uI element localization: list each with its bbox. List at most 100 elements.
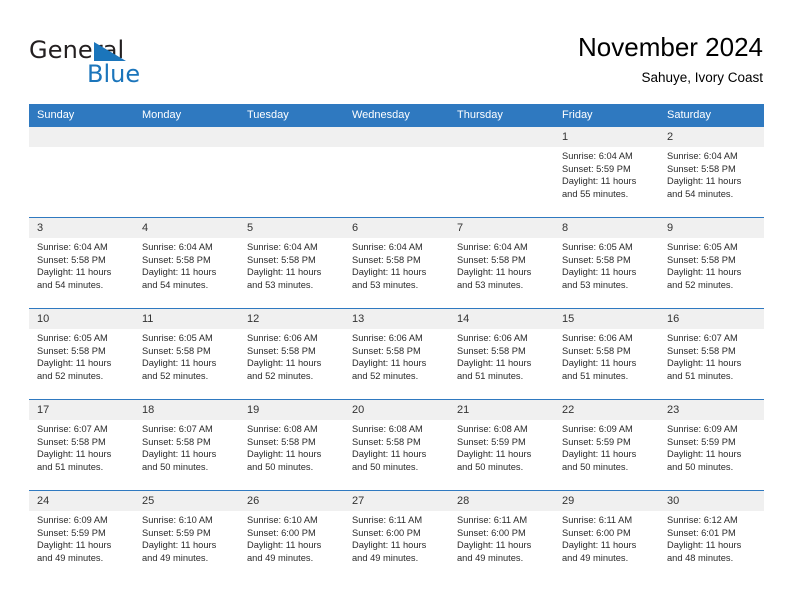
calendar-day-cell[interactable]: 15 Sunrise: 6:06 AM Sunset: 5:58 PM Dayligh… [554,308,659,400]
sunset-text: Sunset: 5:59 PM [457,436,526,447]
day-info: Sunrise: 6:04 AM Sunset: 5:59 PM Daylight:… [554,147,659,200]
calendar-body: 1 Sunrise: 6:04 AM Sunset: 5:59 PM Daylight… [29,127,764,581]
day-number: 25 [134,491,239,511]
sunrise-text: Sunrise: 6:09 AM [37,515,108,525]
calendar-day-cell[interactable]: 11 Sunrise: 6:05 AM Sunset: 5:58 PM Dayligh… [134,308,239,400]
sunset-text: Sunset: 5:58 PM [457,345,526,356]
sunrise-text: Sunrise: 6:05 AM [142,333,213,343]
sunrise-text: Sunrise: 6:05 AM [562,242,633,252]
weekday-header-friday: Friday [554,104,659,127]
calendar-day-cell[interactable]: 25 Sunrise: 6:10 AM Sunset: 5:59 PM Dayligh… [134,490,239,581]
calendar-day-cell[interactable]: 8 Sunrise: 6:05 AM Sunset: 5:58 PM Daylight… [554,217,659,309]
sunset-text: Sunset: 5:58 PM [142,345,211,356]
day-info: Sunrise: 6:05 AM Sunset: 5:58 PM Daylight:… [134,329,239,382]
calendar-week-row: 10 Sunrise: 6:05 AM Sunset: 5:58 PM Dayligh… [29,308,764,400]
day-info: Sunrise: 6:08 AM Sunset: 5:59 PM Daylight:… [449,420,554,473]
day-number: 10 [29,309,134,329]
calendar-day-cell[interactable]: 28 Sunrise: 6:11 AM Sunset: 6:00 PM Dayligh… [449,490,554,581]
sunrise-text: Sunrise: 6:04 AM [667,151,738,161]
daylight-text: Daylight: 11 hours and 49 minutes. [247,540,322,563]
sunset-text: Sunset: 5:59 PM [562,436,631,447]
day-info: Sunrise: 6:04 AM Sunset: 5:58 PM Daylight:… [239,238,344,291]
calendar-day-cell[interactable]: 22 Sunrise: 6:09 AM Sunset: 5:59 PM Dayligh… [554,399,659,491]
day-number: 20 [344,400,449,420]
sunset-text: Sunset: 5:58 PM [37,436,106,447]
daylight-text: Daylight: 11 hours and 50 minutes. [562,449,637,472]
sunset-text: Sunset: 6:00 PM [352,527,421,538]
calendar-day-cell[interactable]: 19 Sunrise: 6:08 AM Sunset: 5:58 PM Dayligh… [239,399,344,491]
day-number [134,127,239,147]
sunrise-text: Sunrise: 6:04 AM [142,242,213,252]
calendar-day-cell[interactable]: 10 Sunrise: 6:05 AM Sunset: 5:58 PM Dayligh… [29,308,134,400]
calendar-empty-cell [449,127,554,218]
calendar-day-cell[interactable]: 21 Sunrise: 6:08 AM Sunset: 5:59 PM Dayligh… [449,399,554,491]
day-number: 5 [239,218,344,238]
day-number: 6 [344,218,449,238]
day-info: Sunrise: 6:10 AM Sunset: 6:00 PM Daylight:… [239,511,344,564]
sunrise-text: Sunrise: 6:07 AM [37,424,108,434]
daylight-text: Daylight: 11 hours and 52 minutes. [142,358,217,381]
day-number: 27 [344,491,449,511]
sunset-text: Sunset: 5:58 PM [352,254,421,265]
sunset-text: Sunset: 5:58 PM [247,345,316,356]
daylight-text: Daylight: 11 hours and 54 minutes. [142,267,217,290]
calendar-day-cell[interactable]: 9 Sunrise: 6:05 AM Sunset: 5:58 PM Daylight… [659,217,764,309]
day-info: Sunrise: 6:09 AM Sunset: 5:59 PM Daylight:… [554,420,659,473]
calendar-day-cell[interactable]: 6 Sunrise: 6:04 AM Sunset: 5:58 PM Daylight… [344,217,449,309]
day-number [449,127,554,147]
general-blue-logo[interactable]: General Blue [29,36,249,90]
calendar-day-cell[interactable]: 12 Sunrise: 6:06 AM Sunset: 5:58 PM Dayligh… [239,308,344,400]
calendar-day-cell[interactable]: 1 Sunrise: 6:04 AM Sunset: 5:59 PM Daylight… [554,127,659,218]
sunrise-text: Sunrise: 6:04 AM [37,242,108,252]
sunset-text: Sunset: 6:00 PM [247,527,316,538]
daylight-text: Daylight: 11 hours and 49 minutes. [562,540,637,563]
calendar-day-cell[interactable]: 26 Sunrise: 6:10 AM Sunset: 6:00 PM Dayligh… [239,490,344,581]
day-number: 16 [659,309,764,329]
calendar-day-cell[interactable]: 24 Sunrise: 6:09 AM Sunset: 5:59 PM Dayligh… [29,490,134,581]
daylight-text: Daylight: 11 hours and 51 minutes. [667,358,742,381]
day-number [239,127,344,147]
sunrise-text: Sunrise: 6:05 AM [37,333,108,343]
calendar-day-cell[interactable]: 4 Sunrise: 6:04 AM Sunset: 5:58 PM Daylight… [134,217,239,309]
daylight-text: Daylight: 11 hours and 54 minutes. [37,267,112,290]
sunrise-text: Sunrise: 6:07 AM [142,424,213,434]
day-info: Sunrise: 6:04 AM Sunset: 5:58 PM Daylight:… [134,238,239,291]
day-number: 14 [449,309,554,329]
calendar-day-cell[interactable]: 3 Sunrise: 6:04 AM Sunset: 5:58 PM Daylight… [29,217,134,309]
calendar-day-cell[interactable]: 29 Sunrise: 6:11 AM Sunset: 6:00 PM Dayligh… [554,490,659,581]
daylight-text: Daylight: 11 hours and 55 minutes. [562,176,637,199]
calendar-day-cell[interactable]: 27 Sunrise: 6:11 AM Sunset: 6:00 PM Dayligh… [344,490,449,581]
sunrise-text: Sunrise: 6:09 AM [667,424,738,434]
daylight-text: Daylight: 11 hours and 53 minutes. [352,267,427,290]
daylight-text: Daylight: 11 hours and 49 minutes. [142,540,217,563]
calendar-day-cell[interactable]: 7 Sunrise: 6:04 AM Sunset: 5:58 PM Daylight… [449,217,554,309]
daylight-text: Daylight: 11 hours and 54 minutes. [667,176,742,199]
day-number: 1 [554,127,659,147]
calendar-day-cell[interactable]: 13 Sunrise: 6:06 AM Sunset: 5:58 PM Dayligh… [344,308,449,400]
calendar-day-cell[interactable]: 14 Sunrise: 6:06 AM Sunset: 5:58 PM Dayligh… [449,308,554,400]
calendar-day-cell[interactable]: 18 Sunrise: 6:07 AM Sunset: 5:58 PM Dayligh… [134,399,239,491]
day-info: Sunrise: 6:04 AM Sunset: 5:58 PM Daylight:… [659,147,764,200]
day-info: Sunrise: 6:07 AM Sunset: 5:58 PM Daylight:… [134,420,239,473]
day-number: 8 [554,218,659,238]
calendar-day-cell[interactable]: 16 Sunrise: 6:07 AM Sunset: 5:58 PM Dayligh… [659,308,764,400]
daylight-text: Daylight: 11 hours and 51 minutes. [37,449,112,472]
day-info: Sunrise: 6:08 AM Sunset: 5:58 PM Daylight:… [239,420,344,473]
daylight-text: Daylight: 11 hours and 53 minutes. [247,267,322,290]
calendar-day-cell[interactable]: 23 Sunrise: 6:09 AM Sunset: 5:59 PM Dayligh… [659,399,764,491]
day-info: Sunrise: 6:10 AM Sunset: 5:59 PM Daylight:… [134,511,239,564]
calendar-day-cell[interactable]: 2 Sunrise: 6:04 AM Sunset: 5:58 PM Daylight… [659,127,764,218]
day-info: Sunrise: 6:05 AM Sunset: 5:58 PM Daylight:… [29,329,134,382]
calendar-day-cell[interactable]: 30 Sunrise: 6:12 AM Sunset: 6:01 PM Dayligh… [659,490,764,581]
day-number: 18 [134,400,239,420]
daylight-text: Daylight: 11 hours and 52 minutes. [247,358,322,381]
sunset-text: Sunset: 5:58 PM [37,254,106,265]
page-header: General Blue November 2024 Sahuye, Ivory… [29,30,763,98]
calendar-empty-cell [344,127,449,218]
sunset-text: Sunset: 5:59 PM [142,527,211,538]
calendar-day-cell[interactable]: 20 Sunrise: 6:08 AM Sunset: 5:58 PM Dayligh… [344,399,449,491]
day-info: Sunrise: 6:06 AM Sunset: 5:58 PM Daylight:… [449,329,554,382]
day-number: 24 [29,491,134,511]
calendar-day-cell[interactable]: 5 Sunrise: 6:04 AM Sunset: 5:58 PM Daylight… [239,217,344,309]
calendar-day-cell[interactable]: 17 Sunrise: 6:07 AM Sunset: 5:58 PM Dayligh… [29,399,134,491]
